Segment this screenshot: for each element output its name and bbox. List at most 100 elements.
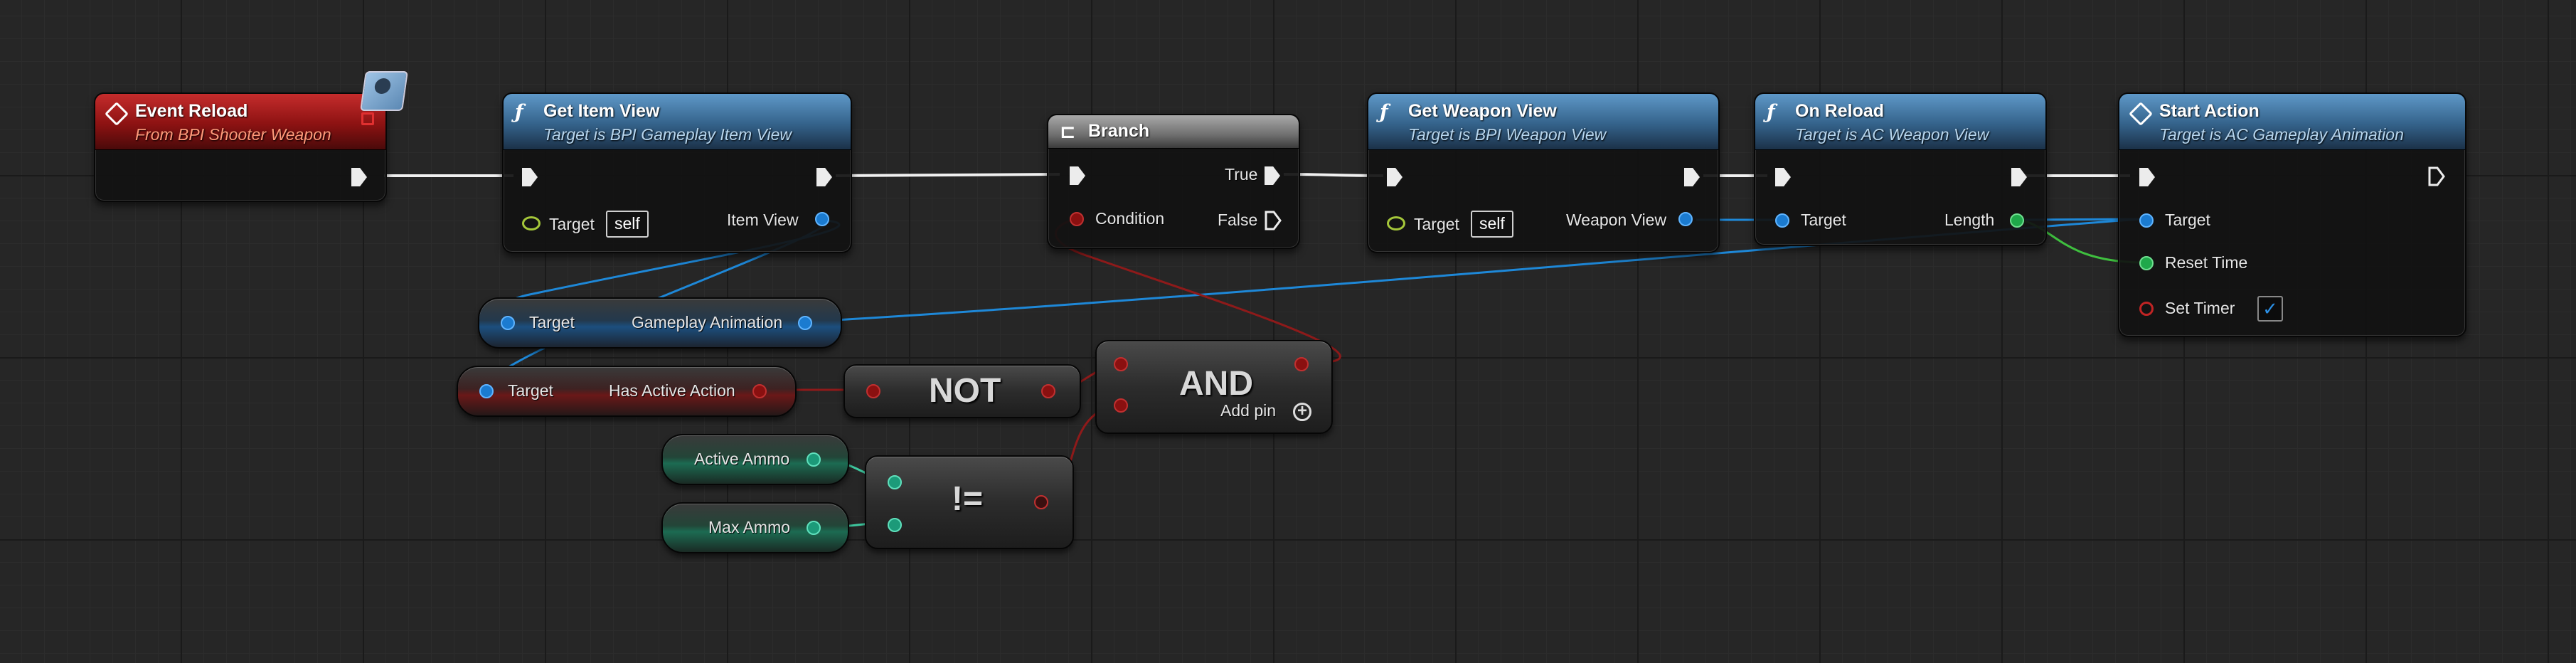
exec-false-pin[interactable]	[1265, 211, 1282, 230]
set-timer-label: Set Timer	[2165, 299, 2235, 317]
checkmark-icon: ✓	[2262, 298, 2278, 319]
not-label: NOT	[929, 372, 1001, 410]
exec-input-pin[interactable]	[1070, 166, 1085, 185]
active-ammo-node[interactable]: Active Ammo	[661, 434, 849, 485]
target-label: Target	[549, 215, 595, 233]
gameplay-animation-node[interactable]: Target Gameplay Animation	[478, 297, 842, 349]
active-ammo-label: Active Ammo	[694, 450, 790, 468]
weapon-view-output-pin[interactable]	[1678, 212, 1693, 226]
weapon-view-output-label: Weapon View	[1566, 211, 1667, 229]
get-item-view-node[interactable]: ƒ Get Item View Target is BPI Gameplay I…	[502, 92, 852, 253]
function-icon: ƒ	[1767, 101, 1775, 123]
exec-input-pin[interactable]	[2139, 168, 2155, 186]
node-subtitle: Target is BPI Gameplay Item View	[543, 125, 792, 144]
false-label: False	[1218, 211, 1258, 229]
exec-input-pin[interactable]	[522, 168, 538, 186]
not-output-pin[interactable]	[1041, 384, 1055, 398]
exec-input-pin[interactable]	[1775, 168, 1791, 186]
get-weapon-view-header: ƒ Get Weapon View Target is BPI Weapon V…	[1368, 94, 1718, 150]
target-input-pin[interactable]	[522, 216, 541, 230]
exec-true-pin[interactable]	[1265, 166, 1280, 185]
set-timer-input-pin[interactable]	[2139, 302, 2154, 316]
not-equal-output-pin[interactable]	[1034, 495, 1048, 509]
get-item-view-header: ƒ Get Item View Target is BPI Gameplay I…	[504, 94, 851, 150]
condition-input-pin[interactable]	[1070, 212, 1084, 226]
event-reload-node[interactable]: Event Reload From BPI Shooter Weapon	[94, 92, 387, 202]
has-active-action-node[interactable]: Target Has Active Action	[457, 366, 797, 417]
target-input-pin[interactable]	[2139, 213, 2154, 228]
target-label: Target	[1801, 211, 1846, 229]
node-title: Event Reload	[135, 101, 248, 121]
target-input-pin[interactable]	[479, 384, 494, 398]
exec-wire-getitemview-to-branch	[835, 173, 1060, 177]
target-self-field[interactable]: self	[1471, 211, 1513, 238]
node-subtitle: Target is BPI Weapon View	[1408, 125, 1607, 144]
target-label: Target	[1414, 215, 1459, 233]
target-label: Target	[508, 381, 553, 400]
node-subtitle: Target is AC Gameplay Animation	[2159, 125, 2404, 144]
interface-icon	[360, 71, 408, 111]
delegate-pin-icon[interactable]	[361, 112, 374, 125]
gameplay-animation-output-label: Gameplay Animation	[632, 313, 783, 332]
gameplay-animation-output-pin[interactable]	[798, 316, 812, 330]
length-output-label: Length	[1944, 211, 1995, 229]
start-action-node[interactable]: Start Action Target is AC Gameplay Anima…	[2118, 92, 2466, 337]
not-input-pin[interactable]	[866, 384, 880, 398]
item-view-output-pin[interactable]	[815, 212, 829, 226]
not-equal-node[interactable]: !=	[865, 455, 1074, 549]
node-subtitle: Target is AC Weapon View	[1795, 125, 1989, 144]
length-output-pin[interactable]	[2010, 213, 2024, 228]
node-title: Get Item View	[543, 101, 660, 121]
get-weapon-view-node[interactable]: ƒ Get Weapon View Target is BPI Weapon V…	[1367, 92, 1720, 253]
node-subtitle: From BPI Shooter Weapon	[135, 125, 331, 144]
target-input-pin[interactable]	[501, 316, 515, 330]
branch-header: ⊏ Branch	[1048, 115, 1299, 149]
start-action-header: Start Action Target is AC Gameplay Anima…	[2119, 94, 2465, 150]
has-active-action-output-pin[interactable]	[752, 384, 767, 398]
exec-output-pin[interactable]	[351, 168, 367, 186]
max-ammo-label: Max Ammo	[708, 518, 791, 536]
active-ammo-output-pin[interactable]	[807, 452, 821, 467]
function-icon: ƒ	[1380, 101, 1388, 123]
node-title: Start Action	[2159, 101, 2260, 121]
not-equal-input-a-pin[interactable]	[888, 475, 902, 489]
target-self-field[interactable]: self	[606, 211, 649, 238]
node-title: Branch	[1088, 121, 1150, 141]
reset-time-input-pin[interactable]	[2139, 256, 2154, 270]
exec-output-pin[interactable]	[816, 168, 832, 186]
condition-label: Condition	[1095, 209, 1165, 228]
and-input-a-pin[interactable]	[1114, 357, 1128, 371]
node-title: Get Weapon View	[1408, 101, 1557, 121]
true-label: True	[1225, 165, 1258, 184]
target-label: Target	[2165, 211, 2210, 229]
event-reload-header: Event Reload From BPI Shooter Weapon	[95, 94, 385, 150]
exec-output-pin[interactable]	[2011, 168, 2027, 186]
and-label: AND	[1179, 365, 1253, 403]
node-title: On Reload	[1795, 101, 1885, 121]
diamond-icon	[105, 102, 129, 126]
not-equal-input-b-pin[interactable]	[888, 518, 902, 532]
not-node[interactable]: NOT	[843, 364, 1081, 418]
set-timer-checkbox[interactable]: ✓	[2257, 296, 2283, 322]
not-equal-label: !=	[952, 480, 984, 518]
max-ammo-output-pin[interactable]	[807, 521, 821, 535]
on-reload-node[interactable]: ƒ On Reload Target is AC Weapon View Tar…	[1754, 92, 2047, 246]
target-input-pin[interactable]	[1387, 216, 1405, 230]
and-output-pin[interactable]	[1294, 357, 1309, 371]
on-reload-header: ƒ On Reload Target is AC Weapon View	[1755, 94, 2045, 150]
target-input-pin[interactable]	[1775, 213, 1789, 228]
max-ammo-node[interactable]: Max Ammo	[661, 502, 849, 553]
exec-output-pin[interactable]	[1684, 168, 1700, 186]
exec-output-pin[interactable]	[2428, 166, 2445, 186]
add-pin-label[interactable]: Add pin	[1220, 401, 1276, 420]
plus-circle-icon[interactable]: +	[1293, 403, 1311, 421]
branch-node[interactable]: ⊏ Branch True Condition False	[1047, 114, 1300, 249]
function-icon: ƒ	[515, 101, 523, 123]
branch-icon: ⊏	[1060, 121, 1076, 143]
and-input-b-pin[interactable]	[1114, 398, 1128, 413]
exec-input-pin[interactable]	[1387, 168, 1403, 186]
and-node[interactable]: AND Add pin +	[1095, 340, 1333, 434]
item-view-output-label: Item View	[727, 211, 799, 229]
target-label: Target	[529, 313, 575, 332]
reset-time-label: Reset Time	[2165, 253, 2248, 272]
